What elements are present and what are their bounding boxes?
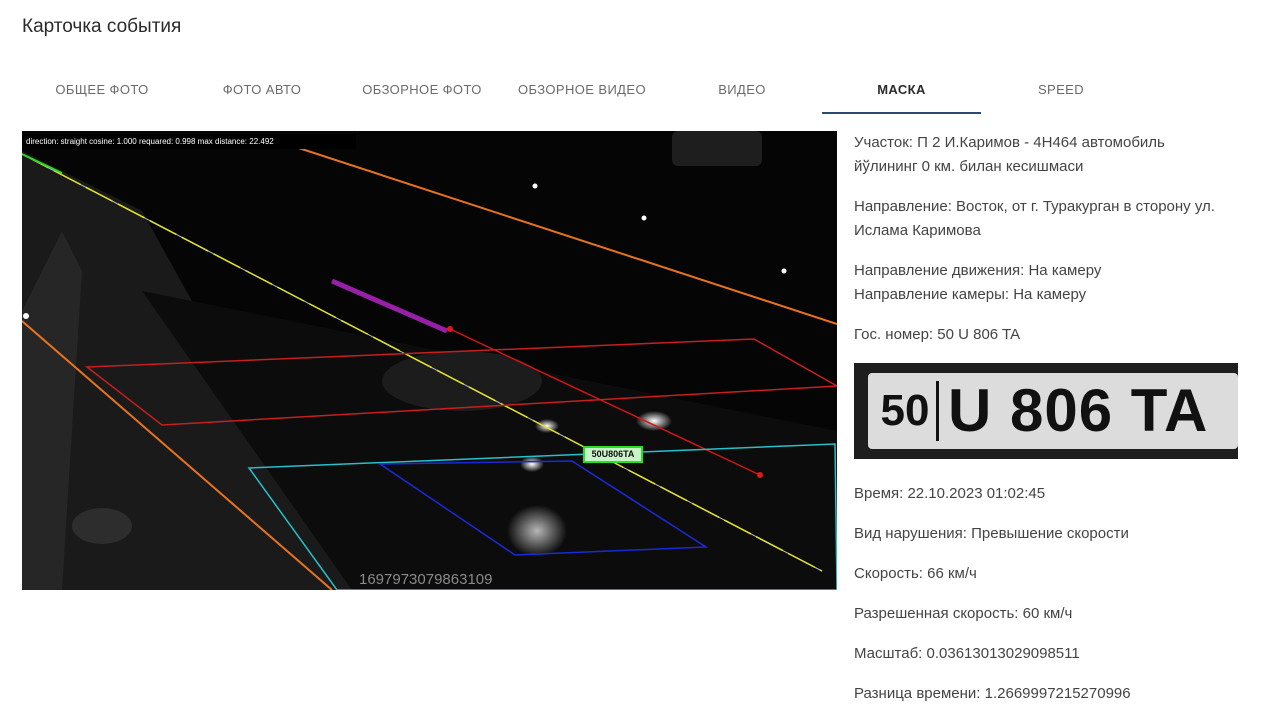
section-line-2: йўлининг 0 км. билан кесишмаси xyxy=(854,158,1084,175)
tab-mask[interactable]: МАСКА xyxy=(822,72,981,114)
violation-type: Вид нарушения: Превышение скорости xyxy=(854,525,1129,542)
tab-bar: ОБЩЕЕ ФОТО ФОТО АВТО ОБЗОРНОЕ ФОТО ОБЗОР… xyxy=(22,72,1102,116)
analysis-overlay-text: direction: straight cosine: 1.000 requar… xyxy=(22,134,356,149)
mask-image: direction: straight cosine: 1.000 requar… xyxy=(22,131,837,590)
plate-image: 50 U 806 TA xyxy=(854,363,1238,459)
mask-overlay-drawing xyxy=(22,131,837,590)
tab-overview-photo[interactable]: ОБЗОРНОЕ ФОТО xyxy=(342,72,502,114)
plate-image-number: U 806 TA xyxy=(948,377,1209,444)
tab-video[interactable]: ВИДЕО xyxy=(662,72,822,114)
section-line-1: Участок: П 2 И.Каримов - 4Н464 автомобил… xyxy=(854,134,1165,151)
tab-overview-video[interactable]: ОБЗОРНОЕ ВИДЕО xyxy=(502,72,662,114)
scale: Масштаб: 0.03613013029098511 xyxy=(854,645,1080,662)
allowed-speed: Разрешенная скорость: 60 км/ч xyxy=(854,605,1073,622)
tab-general-photo[interactable]: ОБЩЕЕ ФОТО xyxy=(22,72,182,114)
plate-region-code: 50 xyxy=(874,381,939,441)
tab-speed[interactable]: SPEED xyxy=(981,72,1141,114)
time-difference: Разница времени: 1.2669997215270996 xyxy=(854,685,1131,702)
plate-number: Гос. номер: 50 U 806 TA xyxy=(854,326,1021,343)
plate-image-plate: 50 U 806 TA xyxy=(868,373,1238,449)
direction-line-2: Ислама Каримова xyxy=(854,222,981,239)
event-time: Время: 22.10.2023 01:02:45 xyxy=(854,485,1046,502)
page-title: Карточка события xyxy=(22,16,182,37)
tab-car-photo[interactable]: ФОТО АВТО xyxy=(182,72,342,114)
direction-line-1: Направление: Восток, от г. Туракурган в … xyxy=(854,198,1215,215)
camera-direction: Направление камеры: На камеру xyxy=(854,286,1087,303)
speed: Скорость: 66 км/ч xyxy=(854,565,977,582)
plate-detection-label: 50U806TA xyxy=(583,446,643,463)
frame-timestamp: 1697973079863109 xyxy=(359,571,493,588)
movement-direction: Направление движения: На камеру xyxy=(854,262,1102,279)
